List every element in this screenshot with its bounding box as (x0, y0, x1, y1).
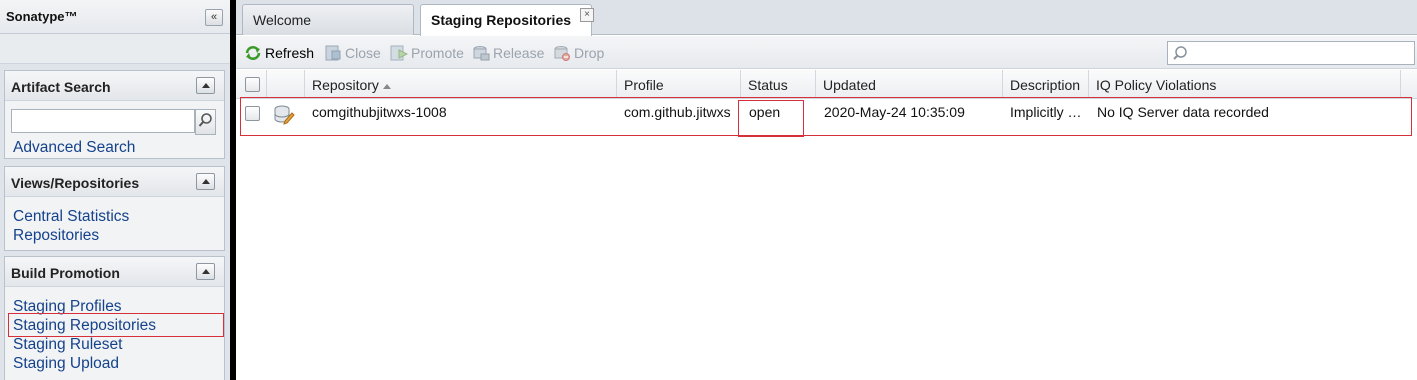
panel-title: Build Promotion (11, 265, 120, 281)
collapse-panel-button[interactable] (196, 263, 215, 280)
select-all-checkbox[interactable] (245, 77, 260, 92)
main-panel: Welcome Staging Repositories × Refresh C… (236, 0, 1417, 380)
panel-header: Build Promotion (5, 257, 224, 287)
drop-button[interactable]: Drop (553, 44, 604, 62)
drop-icon (554, 46, 570, 61)
sidebar: Sonatype™ « Artifact Search Advanced Sea… (0, 0, 230, 380)
promote-icon (390, 45, 408, 61)
collapse-sidebar-button[interactable]: « (205, 9, 223, 26)
close-icon[interactable]: × (580, 8, 594, 22)
release-label: Release (493, 45, 545, 61)
staging-repository-icon (274, 105, 295, 125)
row-checkbox[interactable] (245, 106, 260, 121)
column-header-description[interactable]: Description (1003, 70, 1089, 99)
release-icon (473, 46, 490, 61)
promote-label: Promote (411, 45, 464, 61)
release-button[interactable]: Release (472, 44, 544, 62)
panel-body: Staging Profiles Staging Repositories St… (5, 287, 224, 380)
refresh-icon (245, 46, 261, 60)
artifact-search-input[interactable] (11, 109, 195, 133)
repository-cell: comgithubjitwxs-1008 (312, 104, 447, 120)
sidebar-item-staging-profiles[interactable]: Staging Profiles (5, 297, 224, 316)
search-icon (198, 113, 212, 127)
tab-welcome[interactable]: Welcome (242, 4, 414, 35)
sidebar-item-staging-upload[interactable]: Staging Upload (5, 354, 224, 373)
sidebar-item-staging-ruleset[interactable]: Staging Ruleset (5, 335, 224, 354)
sidebar-item-repositories[interactable]: Repositories (5, 226, 224, 245)
column-header-profile[interactable]: Profile (617, 70, 741, 99)
panel-title: Artifact Search (11, 79, 111, 95)
tab-staging-repositories[interactable]: Staging Repositories × (420, 4, 594, 36)
table-row[interactable]: comgithubjitwxs-1008 com.github.jitwxs o… (236, 99, 1417, 129)
tab-label: Welcome (253, 12, 312, 28)
brand-logo: Sonatype™ (6, 9, 78, 24)
profile-cell: com.github.jitwxs (624, 104, 731, 120)
views-repositories-panel: Views/Repositories Central Statistics Re… (4, 166, 225, 251)
column-header-repository[interactable]: Repository (305, 70, 617, 99)
icon-column-header (267, 70, 305, 99)
sidebar-item-staging-repositories[interactable]: Staging Repositories (5, 316, 224, 335)
updated-cell: 2020-May-24 10:35:09 (824, 104, 965, 120)
panel-title: Views/Repositories (11, 175, 140, 191)
sidebar-item-central-statistics[interactable]: Central Statistics (5, 207, 224, 226)
grid-header: Repository Profile Status Updated Descri… (236, 70, 1417, 99)
column-header-updated[interactable]: Updated (816, 70, 1003, 99)
collapse-panel-button[interactable] (196, 173, 215, 190)
filter-field[interactable] (1167, 41, 1415, 65)
iq-policy-cell: No IQ Server data recorded (1097, 104, 1269, 120)
refresh-button[interactable]: Refresh (244, 44, 314, 62)
artifact-search-panel: Artifact Search Advanced Search (4, 70, 225, 159)
brand-bar: Sonatype™ « (0, 0, 230, 34)
tab-bar: Welcome Staging Repositories × (236, 0, 1417, 36)
search-icon (1173, 46, 1187, 60)
toolbar: Refresh Close Promote Release Drop (236, 36, 1417, 69)
status-cell: open (749, 104, 781, 120)
close-button[interactable]: Close (324, 44, 381, 62)
build-promotion-panel: Build Promotion Staging Profiles Staging… (4, 256, 225, 380)
search-button[interactable] (195, 109, 216, 135)
panel-header: Artifact Search (5, 71, 224, 101)
description-cell: Implicitly … (1010, 104, 1082, 120)
promote-button[interactable]: Promote (390, 44, 464, 62)
column-header-status[interactable]: Status (741, 70, 816, 99)
panel-body: Central Statistics Repositories (5, 197, 224, 250)
collapse-panel-button[interactable] (196, 77, 215, 94)
close-repository-icon (325, 45, 341, 61)
select-all-cell (236, 70, 267, 99)
drop-label: Drop (574, 45, 605, 61)
column-header-iq-policy-violations[interactable]: IQ Policy Violations (1089, 70, 1401, 99)
brand-sub-bar (0, 34, 230, 64)
sort-ascending-icon (382, 83, 391, 89)
refresh-label: Refresh (265, 45, 315, 61)
panel-header: Views/Repositories (5, 167, 224, 197)
panel-body: Advanced Search (5, 101, 224, 158)
tab-label: Staging Repositories (431, 12, 572, 28)
advanced-search-link[interactable]: Advanced Search (5, 138, 135, 157)
close-label: Close (345, 45, 381, 61)
